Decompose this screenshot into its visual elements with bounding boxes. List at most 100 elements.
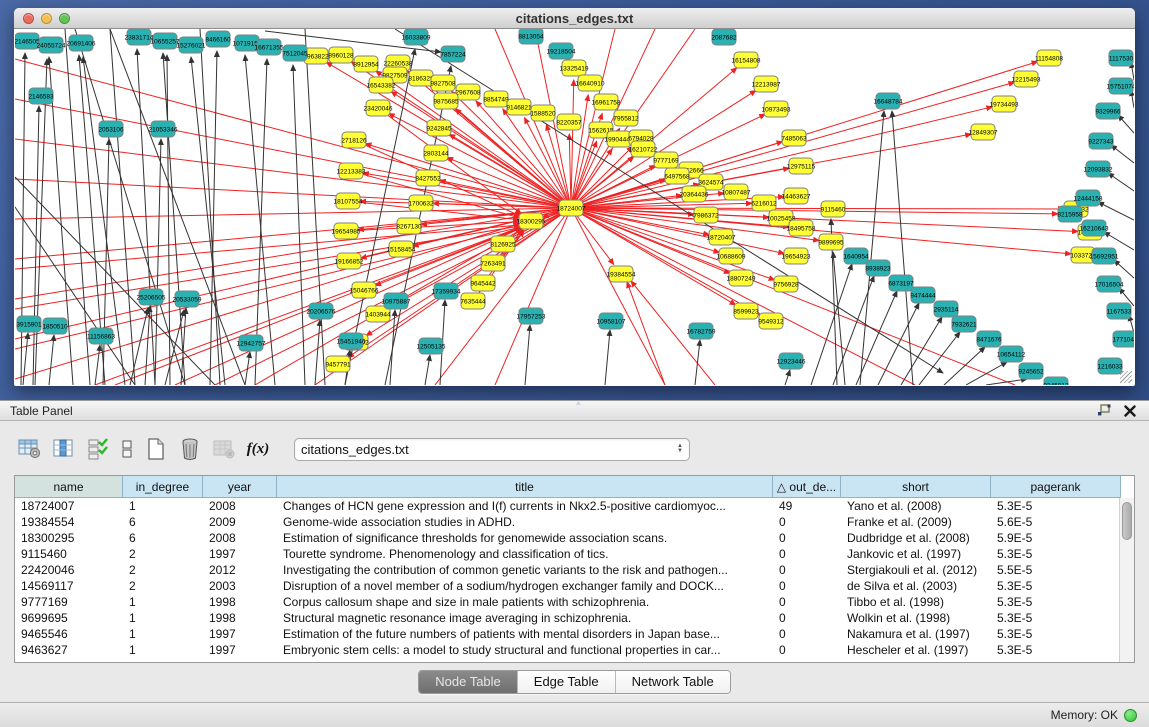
graph-node[interactable]: 13325419 (560, 60, 589, 76)
graph-node[interactable]: 9777169 (653, 152, 679, 168)
tab-edge-table[interactable]: Edge Table (518, 671, 616, 693)
graph-node[interactable]: 19654985 (332, 223, 361, 239)
graph-node[interactable]: 6216012 (751, 195, 777, 211)
table-row[interactable]: 911546021997Tourette syndrome. Phenomeno… (15, 546, 1134, 562)
graph-node[interactable]: 16671355 (255, 39, 284, 55)
column-header-year[interactable]: year (203, 476, 277, 498)
graph-node[interactable]: 9245012 (1043, 377, 1069, 385)
graph-node[interactable]: 18495758 (787, 220, 816, 236)
graph-node[interactable]: 19218504 (547, 43, 576, 59)
zoom-window-button[interactable] (59, 13, 70, 24)
graph-node[interactable]: 2087682 (711, 29, 737, 45)
graph-node[interactable]: 8599923 (733, 303, 759, 319)
graph-node[interactable]: 2718126 (341, 132, 367, 148)
graph-node[interactable]: 12215493 (1012, 71, 1041, 87)
table-row[interactable]: 1456911722003Disruption of a novel membe… (15, 578, 1134, 594)
graph-node[interactable]: 15751074 (1107, 78, 1134, 94)
graph-node[interactable]: 19654923 (782, 248, 811, 264)
graph-node[interactable]: 1117530 (1109, 50, 1134, 66)
graph-node[interactable]: 23831714 (125, 29, 154, 45)
graph-node[interactable]: 8427552 (415, 170, 441, 186)
graph-node[interactable]: 9329966 (1095, 103, 1121, 119)
graph-node[interactable]: 1167533 (1107, 303, 1132, 319)
graph-node[interactable]: 1700632 (408, 195, 434, 211)
graph-node[interactable]: 7932621 (951, 316, 977, 332)
graph-node[interactable]: 9645442 (470, 275, 496, 291)
citation-network-graph[interactable]: 1872400718300295193845547963822896012889… (15, 29, 1134, 385)
graph-node[interactable]: 8912954 (353, 56, 379, 72)
graph-node[interactable]: 20533059 (173, 291, 202, 307)
graph-node[interactable]: 20691406 (67, 35, 96, 51)
graph-node[interactable]: 16210722 (629, 141, 658, 157)
graph-node[interactable]: 17359934 (432, 283, 461, 299)
graph-node[interactable]: 10975887 (382, 293, 411, 309)
graph-node[interactable]: 2146583 (28, 88, 54, 104)
graph-node[interactable]: 18807249 (727, 270, 756, 286)
float-panel-icon[interactable] (1095, 403, 1113, 419)
graph-node[interactable]: 8938923 (865, 260, 891, 276)
graph-node[interactable]: 10655257 (151, 33, 180, 49)
graph-node[interactable]: 10807487 (722, 184, 751, 200)
graph-node[interactable]: 10654112 (997, 346, 1026, 362)
graph-node[interactable]: 19384554 (607, 266, 636, 282)
graph-node[interactable]: 18107554 (334, 193, 363, 209)
graph-node[interactable]: 9245652 (1018, 363, 1044, 379)
graph-node[interactable]: 2803144 (423, 145, 449, 161)
row-height-icon[interactable] (120, 437, 134, 461)
graph-node[interactable]: 12444158 (1074, 190, 1103, 206)
graph-node[interactable]: 9474444 (910, 287, 936, 303)
scrollbar-thumb[interactable] (1122, 502, 1132, 540)
graph-node[interactable]: 10958107 (597, 313, 626, 329)
graph-node[interactable]: 9227343 (1088, 133, 1114, 149)
graph-node[interactable]: 12505135 (417, 338, 446, 354)
tab-node-table[interactable]: Node Table (419, 671, 518, 693)
graph-node[interactable]: 8267130 (396, 218, 422, 234)
graph-node[interactable]: 9146821 (506, 99, 532, 115)
graph-node[interactable]: 19166852 (335, 253, 364, 269)
graph-node[interactable]: 2053106 (98, 121, 124, 137)
table-row[interactable]: 946362711997Embryonic stem cells: a mode… (15, 642, 1134, 658)
table-row[interactable]: 1872400712008Changes of HCN gene express… (15, 498, 1134, 514)
column-header-pagerank[interactable]: pagerank (991, 476, 1121, 498)
graph-node[interactable]: 1850510 (42, 318, 68, 334)
graph-node[interactable]: 1640954 (843, 248, 869, 264)
graph-node[interactable]: 9875685 (433, 93, 459, 109)
graph-node[interactable]: 16961758 (592, 94, 621, 110)
graph-node[interactable]: 16210643 (1080, 220, 1109, 236)
graph-node[interactable]: 12923446 (777, 353, 806, 369)
graph-node[interactable]: 8466160 (205, 31, 231, 47)
graph-node[interactable]: 11156863 (87, 328, 115, 344)
graph-node[interactable]: 15046766 (350, 282, 379, 298)
graph-node[interactable]: 10688609 (717, 248, 746, 264)
table-scrollbar[interactable] (1119, 498, 1134, 662)
graph-node[interactable]: 21053346 (149, 121, 178, 137)
graph-node[interactable]: 16033809 (402, 29, 431, 45)
graph-node[interactable]: 19734493 (990, 96, 1019, 112)
graph-node[interactable]: 8854749 (483, 91, 509, 107)
close-panel-icon[interactable] (1121, 403, 1139, 419)
graph-node[interactable]: 24055724 (37, 37, 66, 53)
network-canvas[interactable]: 1872400718300295193845547963822896012889… (15, 29, 1134, 385)
graph-node[interactable]: 2935114 (934, 301, 959, 317)
graph-node[interactable]: 12849307 (969, 124, 998, 140)
graph-node[interactable]: 12942757 (237, 335, 266, 351)
close-window-button[interactable] (23, 13, 34, 24)
table-row[interactable]: 977716911998Corpus callosum shape and si… (15, 594, 1134, 610)
graph-node[interactable]: 9115460 (821, 201, 846, 217)
graph-node[interactable]: 6497568 (664, 168, 690, 184)
table-row[interactable]: 946554611997Estimation of the future num… (15, 626, 1134, 642)
graph-node[interactable]: 16640910 (576, 75, 605, 91)
graph-node[interactable]: 7263491 (480, 255, 506, 271)
column-header-title[interactable]: title (277, 476, 773, 498)
graph-node[interactable]: 23420046 (364, 100, 393, 116)
graph-node[interactable]: 20364436 (680, 186, 709, 202)
column-header-short[interactable]: short (841, 476, 991, 498)
column-header-out-de-[interactable]: △ out_de... (773, 476, 841, 498)
graph-node[interactable]: 7512045 (282, 45, 308, 61)
new-table-icon[interactable] (144, 437, 168, 461)
graph-node[interactable]: 11154808 (1035, 50, 1063, 66)
graph-node[interactable]: 6873197 (888, 275, 914, 291)
graph-node[interactable]: 7857224 (440, 46, 466, 62)
table-row[interactable]: 2242004622012Investigating the contribut… (15, 562, 1134, 578)
graph-node[interactable]: 18300295 (517, 213, 546, 229)
